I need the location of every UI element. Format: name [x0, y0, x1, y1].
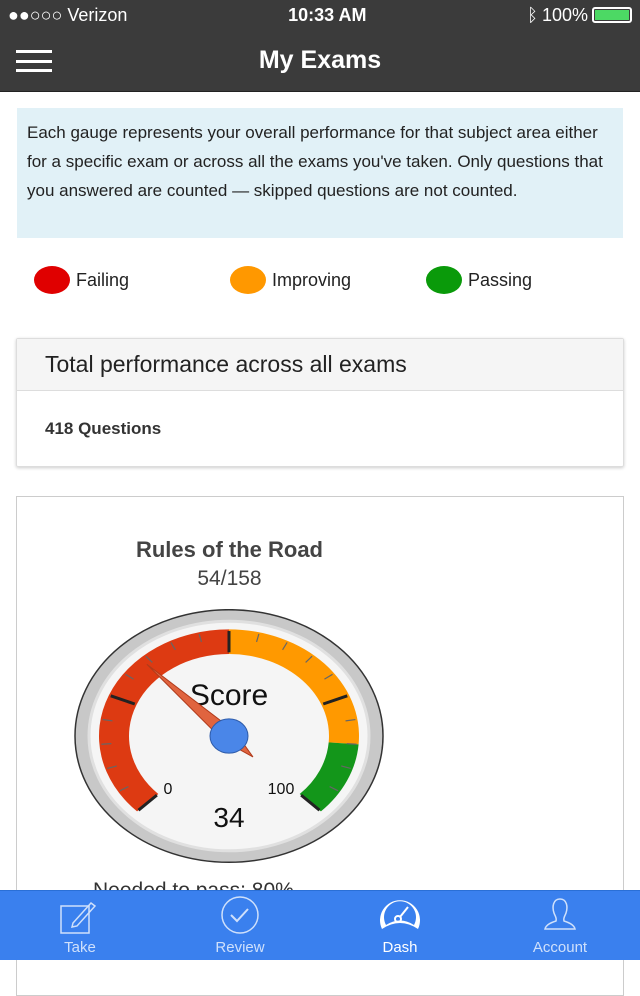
gauge-value: 34 [213, 802, 244, 833]
legend-improving: Improving [230, 266, 426, 294]
page-title: My Exams [258, 46, 382, 74]
carrier: ●●○○○ Verizon [8, 4, 128, 25]
bluetooth-icon: ᛒ [527, 4, 538, 25]
gauge-tick [346, 742, 357, 745]
tab-bar: Take Review Dash Account [0, 890, 640, 960]
gauge-max-label: 100 [268, 781, 295, 798]
question-count: 418 Questions [45, 418, 162, 438]
legend-failing: Failing [34, 266, 230, 294]
battery-icon [591, 7, 632, 23]
legend: Failing Improving Passing [34, 266, 640, 294]
time: 10:33 AM [288, 4, 367, 25]
tab-review[interactable]: Review [160, 891, 320, 960]
tab-take[interactable]: Take [0, 891, 160, 960]
app-header: My Exams [0, 30, 640, 92]
info-box: Each gauge represents your overall perfo… [17, 108, 623, 238]
tab-dash[interactable]: Dash [320, 891, 480, 960]
legend-passing: Passing [426, 266, 622, 294]
tab-account[interactable]: Account [480, 891, 640, 960]
status-bar: ●●○○○ Verizon 10:33 AM ᛒ 100% [0, 0, 640, 30]
failing-dot [34, 266, 70, 294]
gauge-fraction: 54/158 [197, 567, 262, 590]
card-title: Total performance across all exams [17, 339, 623, 391]
battery: ᛒ 100% [527, 5, 632, 26]
gauge-title: Rules of the Road [135, 537, 323, 562]
gauge-min-label: 0 [164, 781, 173, 798]
score-gauge: Score0 10034 [74, 609, 384, 863]
improving-dot [230, 266, 266, 294]
dashboard-icon [380, 900, 420, 929]
passing-dot [426, 266, 462, 294]
pencil-square-icon [60, 901, 97, 934]
gauge-needle-hub [209, 718, 249, 754]
gauge-tick [101, 742, 112, 745]
total-performance-card[interactable]: Total performance across all exams 418 Q… [16, 338, 624, 467]
check-circle-icon [221, 896, 259, 934]
user-icon [544, 898, 576, 930]
hamburger-menu-icon[interactable] [16, 50, 52, 72]
